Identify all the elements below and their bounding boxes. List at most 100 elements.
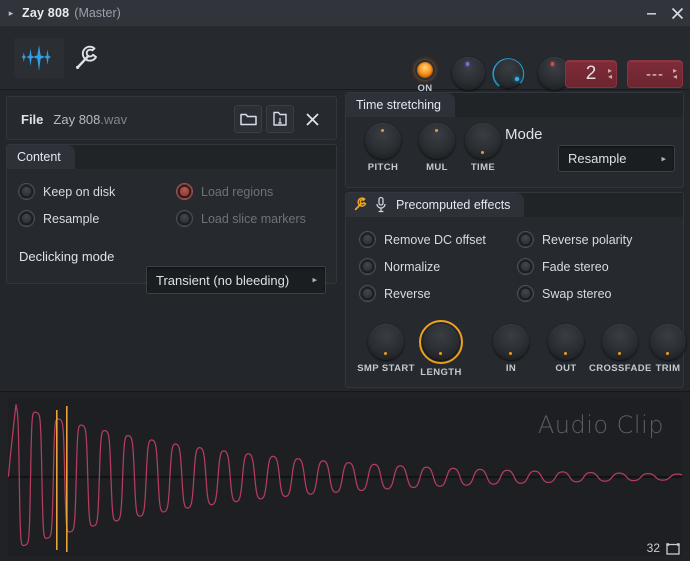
smp-start-control[interactable]: SMP START xyxy=(355,324,417,374)
track-stepper-icon[interactable]: ▸ ◂ xyxy=(673,67,678,81)
swap-stereo-radio[interactable] xyxy=(518,286,533,301)
file-panel: File Zay 808.wav xyxy=(6,96,337,140)
minimize-button[interactable] xyxy=(638,0,664,26)
out-label: OUT xyxy=(555,363,577,374)
sampler-waveform-icon-glyph xyxy=(22,45,51,71)
remove-dc-offset-radio[interactable] xyxy=(360,232,375,247)
resample-radio[interactable] xyxy=(19,211,34,226)
keep-on-disk-label: Keep on disk xyxy=(43,184,116,199)
reverse-polarity-radio[interactable] xyxy=(518,232,533,247)
load-slice-markers-label: Load slice markers xyxy=(201,211,306,226)
ts-pitch-knob[interactable] xyxy=(365,123,401,159)
option-reverse[interactable]: Reverse xyxy=(360,286,431,301)
mode-dropdown[interactable]: Resample ▸ xyxy=(558,145,675,172)
precomputed-effects-title: Precomputed effects xyxy=(396,197,511,212)
vol-knob-indicator xyxy=(514,77,519,81)
ts-time-control[interactable]: TIME xyxy=(459,123,507,173)
microphone-icon[interactable] xyxy=(375,196,387,213)
option-normalize[interactable]: Normalize xyxy=(360,259,440,274)
in-knob[interactable] xyxy=(493,324,529,360)
option-resample[interactable]: Resample xyxy=(19,211,99,226)
ts-time-knob[interactable] xyxy=(465,123,501,159)
load-regions-label: Load regions xyxy=(201,184,274,199)
reverse-radio[interactable] xyxy=(360,286,375,301)
range-value: 2 xyxy=(585,63,597,84)
fade-stereo-radio[interactable] xyxy=(518,259,533,274)
range-stepper-icon[interactable]: ▸ ◂ xyxy=(608,67,612,81)
declicking-mode-value: Transient (no bleeding) xyxy=(156,272,290,288)
option-reverse-polarity[interactable]: Reverse polarity xyxy=(518,232,632,247)
file-extension: .wav xyxy=(100,111,128,127)
sampler-window: ▸ Zay 808 (Master) ON 2 ▸ ◂ --- ▸ ◂ File… xyxy=(0,0,690,561)
on-led-icon[interactable] xyxy=(415,60,435,80)
expand-arrow-icon[interactable]: ▸ xyxy=(0,0,22,26)
normalize-label: Normalize xyxy=(384,259,441,274)
window-subtitle: (Master) xyxy=(74,6,121,20)
smp-start-knob-indicator xyxy=(384,351,388,355)
wrench-icon[interactable] xyxy=(62,38,112,78)
vol-knob[interactable] xyxy=(493,59,523,88)
option-load-regions[interactable]: Load regions xyxy=(177,184,273,199)
option-keep-on-disk[interactable]: Keep on disk xyxy=(19,184,115,199)
mode-label: Mode xyxy=(505,126,543,143)
file-label: File xyxy=(21,111,44,127)
toolbar: ON PAN VOL PITCH xyxy=(0,26,690,106)
fade-stereo-label: Fade stereo xyxy=(542,259,609,274)
length-knob[interactable] xyxy=(423,324,459,360)
folder-icon xyxy=(239,113,257,126)
trim-control[interactable]: TRIM xyxy=(637,324,690,374)
smp-start-knob[interactable] xyxy=(368,324,404,360)
ts-time-label: TIME xyxy=(470,162,496,173)
range-valuebox[interactable]: 2 ▸ ◂ xyxy=(565,60,617,88)
smp-start-label: SMP START xyxy=(357,363,415,374)
in-control[interactable]: IN xyxy=(480,324,542,374)
crossfade-knob[interactable] xyxy=(602,324,638,360)
audio-clip-watermark: Audio Clip xyxy=(537,411,664,439)
in-knob-indicator xyxy=(509,351,513,355)
mode-value: Resample xyxy=(568,151,627,166)
trim-knob[interactable] xyxy=(650,324,686,360)
ts-time-knob-indicator xyxy=(481,150,485,154)
option-remove-dc-offset[interactable]: Remove DC offset xyxy=(360,232,486,247)
window-title: Zay 808 xyxy=(22,6,70,20)
clear-file-button[interactable] xyxy=(298,105,326,133)
out-knob-indicator xyxy=(564,351,568,355)
length-control[interactable]: LENGTH xyxy=(410,320,472,378)
out-control[interactable]: OUT xyxy=(535,324,597,374)
track-valuebox[interactable]: --- ▸ ◂ xyxy=(627,60,683,88)
option-fade-stereo[interactable]: Fade stereo xyxy=(518,259,609,274)
time-stretching-title: Time stretching xyxy=(346,92,455,117)
close-button[interactable] xyxy=(664,0,690,26)
clip-box-icon[interactable] xyxy=(666,542,680,555)
on-control[interactable]: ON xyxy=(409,60,441,94)
load-slice-markers-radio[interactable] xyxy=(177,211,192,226)
minimize-icon xyxy=(646,12,656,15)
swap-stereo-label: Swap stereo xyxy=(542,286,612,301)
pan-knob[interactable] xyxy=(451,57,485,90)
in-label: IN xyxy=(505,363,517,374)
length-label: LENGTH xyxy=(420,367,462,378)
open-file-button[interactable] xyxy=(234,105,262,133)
sampler-waveform-icon[interactable] xyxy=(14,38,64,78)
ts-pitch-control[interactable]: PITCH xyxy=(359,123,407,173)
option-load-slice-markers[interactable]: Load slice markers xyxy=(177,211,306,226)
content-section-header: Content xyxy=(7,144,336,169)
folder-save-icon xyxy=(272,111,287,126)
zoom-value: 32 xyxy=(646,541,660,555)
keep-on-disk-radio[interactable] xyxy=(19,184,34,199)
option-swap-stereo[interactable]: Swap stereo xyxy=(518,286,611,301)
declicking-mode-label: Declicking mode xyxy=(19,249,115,264)
wrench-icon-glyph xyxy=(76,45,97,69)
save-file-button[interactable] xyxy=(266,105,294,133)
title-bar: ▸ Zay 808 (Master) xyxy=(0,0,690,26)
wrench-icon[interactable] xyxy=(352,196,369,213)
waveform-panel[interactable]: Audio Clip 32 xyxy=(0,391,690,561)
out-knob[interactable] xyxy=(548,324,584,360)
declicking-mode-dropdown[interactable]: Transient (no bleeding) ▸ xyxy=(146,266,326,294)
normalize-radio[interactable] xyxy=(360,259,375,274)
waveform-canvas[interactable]: Audio Clip xyxy=(7,398,683,556)
ts-mul-knob[interactable] xyxy=(419,123,455,159)
time-stretching-panel: Time stretching PITCH MUL TIME Mode Resa… xyxy=(345,92,684,188)
ts-mul-control[interactable]: MUL xyxy=(413,123,461,173)
load-regions-radio[interactable] xyxy=(177,184,192,199)
